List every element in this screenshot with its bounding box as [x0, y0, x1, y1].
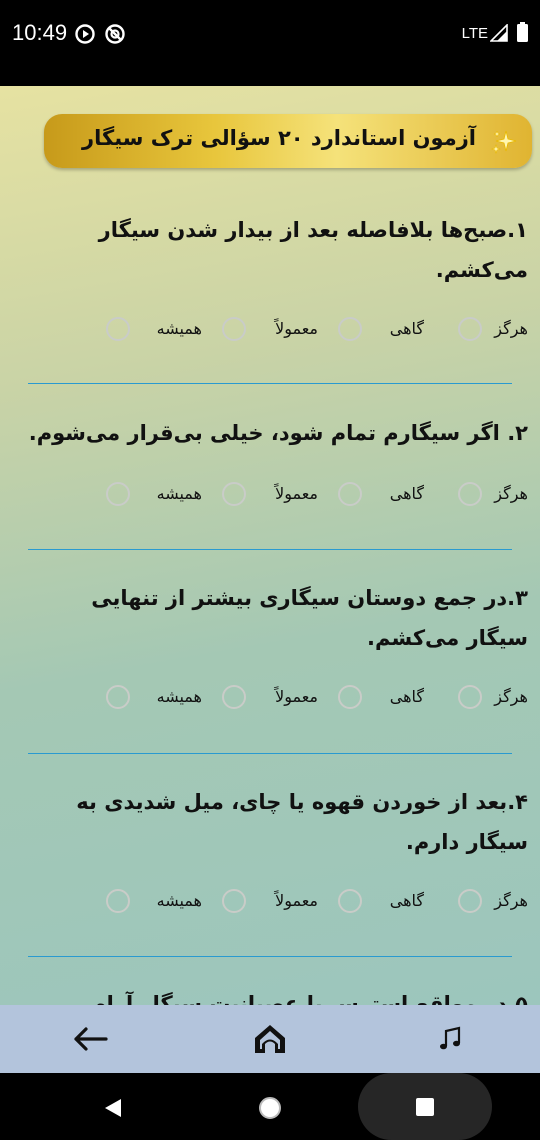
option-label-sometimes: گاهی — [389, 319, 424, 338]
option-label-sometimes: گاهی — [389, 484, 424, 503]
radio-sometimes[interactable] — [338, 482, 362, 506]
radio-usually[interactable] — [222, 685, 246, 709]
bottom-nav-bar — [0, 1005, 540, 1073]
option-label-never: هرگز — [494, 484, 528, 503]
option-label-sometimes: گاهی — [389, 891, 424, 910]
option-label-always: همیشه — [156, 484, 202, 503]
quiz-content[interactable]: آزمون استاندارد ۲۰ سؤالی ترک سیگار ۱.صبح… — [0, 86, 540, 1006]
title-banner: آزمون استاندارد ۲۰ سؤالی ترک سیگار — [44, 114, 532, 168]
radio-sometimes[interactable] — [338, 685, 362, 709]
system-back-icon[interactable] — [102, 1097, 124, 1119]
divider — [28, 753, 512, 754]
battery-icon — [517, 22, 528, 42]
status-bar: 10:49 LTE — [0, 0, 540, 86]
question-2-text: ۲. اگر سیگارم تمام شود، خیلی بی‌قرار می‌… — [28, 421, 528, 445]
system-nav-bar — [0, 1073, 540, 1140]
system-home-icon[interactable] — [257, 1095, 283, 1121]
radio-never[interactable] — [458, 889, 482, 913]
radio-usually[interactable] — [222, 482, 246, 506]
data-saver-icon — [105, 24, 125, 44]
option-label-never: هرگز — [494, 319, 528, 338]
option-label-sometimes: گاهی — [389, 687, 424, 706]
radio-never[interactable] — [458, 482, 482, 506]
sparkle-icon — [491, 130, 517, 154]
radio-always[interactable] — [106, 317, 130, 341]
question-4-options: هرگز گاهی معمولاً همیشه — [98, 886, 528, 920]
option-label-usually: معمولاً — [275, 484, 318, 503]
radio-usually[interactable] — [222, 889, 246, 913]
question-1-text: ۱.صبح‌ها بلافاصله بعد از بیدار شدن سیگار… — [98, 218, 528, 282]
signal-icon — [490, 24, 508, 42]
divider — [28, 383, 512, 384]
phone-screen: 10:49 LTE آزمون استاندارد ۲۰ سؤالی ترک س… — [0, 0, 540, 1140]
radio-sometimes[interactable] — [338, 317, 362, 341]
radio-always[interactable] — [106, 685, 130, 709]
option-label-always: همیشه — [156, 891, 202, 910]
play-circle-icon — [75, 24, 95, 44]
question-3-text: ۳.در جمع دوستان سیگاری بیشتر از تنهایی س… — [91, 586, 528, 650]
option-label-usually: معمولاً — [275, 687, 318, 706]
question-2-options: هرگز گاهی معمولاً همیشه — [98, 479, 528, 513]
radio-sometimes[interactable] — [338, 889, 362, 913]
recents-button-highlight[interactable] — [358, 1073, 492, 1140]
radio-always[interactable] — [106, 482, 130, 506]
option-label-always: همیشه — [156, 319, 202, 338]
system-recents-icon — [416, 1098, 434, 1116]
option-label-usually: معمولاً — [275, 319, 318, 338]
network-type: LTE — [461, 25, 488, 42]
question-3-options: هرگز گاهی معمولاً همیشه — [98, 682, 528, 716]
divider — [28, 549, 512, 550]
status-time: 10:49 — [12, 20, 68, 45]
question-1-options: هرگز گاهی معمولاً همیشه — [98, 314, 528, 348]
option-label-usually: معمولاً — [275, 891, 318, 910]
radio-never[interactable] — [458, 685, 482, 709]
radio-always[interactable] — [106, 889, 130, 913]
question-5-text: ۵.در مواقع استرس یا عصبانیت سیگار آرام..… — [67, 992, 528, 1006]
option-label-never: هرگز — [494, 687, 528, 706]
radio-never[interactable] — [458, 317, 482, 341]
question-4-text: ۴.بعد از خوردن قهوه یا چای، میل شدیدی به… — [76, 790, 528, 854]
divider — [28, 956, 512, 957]
radio-usually[interactable] — [222, 317, 246, 341]
music-note-icon[interactable] — [430, 1019, 470, 1059]
home-icon[interactable] — [250, 1019, 290, 1059]
option-label-never: هرگز — [494, 891, 528, 910]
page-title: آزمون استاندارد ۲۰ سؤالی ترک سیگار — [82, 126, 476, 150]
option-label-always: همیشه — [156, 687, 202, 706]
arrow-left-icon[interactable] — [70, 1019, 110, 1059]
